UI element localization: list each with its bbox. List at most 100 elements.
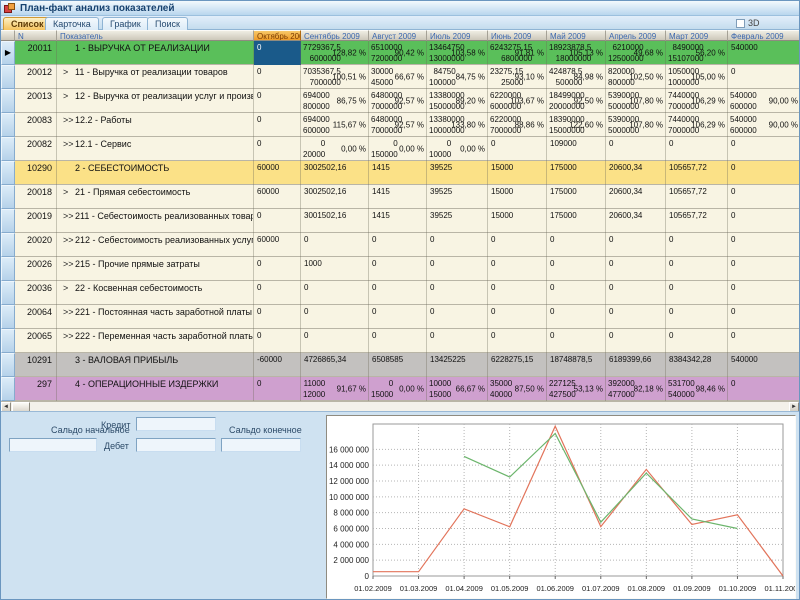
month-cell[interactable]: 0 [666, 305, 728, 329]
row-id[interactable]: 20020 [15, 233, 57, 257]
month-cell[interactable]: 1338000010000000133,80 % [427, 113, 488, 137]
row-id[interactable]: 20026 [15, 257, 57, 281]
month-cell[interactable]: -60000 [254, 353, 301, 377]
month-cell[interactable]: 23275,152500093,10 % [488, 65, 547, 89]
month-cell[interactable]: 820000800000102,50 % [606, 65, 666, 89]
table-row[interactable]: 20019>>211 - Себестоимость реализованных… [1, 209, 799, 233]
month-cell[interactable]: 62200006000000103,67 % [488, 89, 547, 113]
row-id[interactable]: 20083 [15, 113, 57, 137]
month-cell[interactable]: 39525 [427, 185, 488, 209]
month-cell[interactable]: 54000060000090,00 % [728, 113, 799, 137]
month-cell[interactable]: 350004000087,50 % [488, 377, 547, 401]
row-id[interactable]: 297 [15, 377, 57, 401]
month-cell[interactable]: 0 [254, 329, 301, 353]
checkbox-3d[interactable]: 3D [736, 18, 760, 28]
row-id[interactable]: 20011 [15, 41, 57, 65]
month-cell[interactable]: 7035367,57000000100,51 % [301, 65, 369, 89]
month-cell[interactable]: 0 [254, 89, 301, 113]
month-cell[interactable]: 60000 [254, 161, 301, 185]
month-cell[interactable]: 3002502,16 [301, 185, 369, 209]
month-cell[interactable]: 4726865,34 [301, 353, 369, 377]
month-cell[interactable]: 62100001250000049,68 % [606, 41, 666, 65]
table-row[interactable]: 20082>>12.1 - Сервис00200000,00 %0150000… [1, 137, 799, 161]
month-cell[interactable]: 13425225 [427, 353, 488, 377]
month-cell[interactable]: 1415 [369, 185, 427, 209]
month-cell[interactable]: 60000 [254, 185, 301, 209]
row-label[interactable]: >>222 - Переменная часть заработной плат… [57, 329, 254, 353]
row-selector[interactable] [1, 233, 15, 257]
month-cell[interactable]: 175000 [547, 209, 606, 233]
month-cell[interactable]: 6480000700000092,57 % [369, 89, 427, 113]
month-cell[interactable]: 18923878,518000000105,13 % [547, 41, 606, 65]
row-selector[interactable] [1, 161, 15, 185]
table-row[interactable]: 20064>>221 - Постоянная часть заработной… [1, 305, 799, 329]
month-cell[interactable]: 7729367,56000000128,82 % [301, 41, 369, 65]
month-cell[interactable]: 6510000720000090,42 % [369, 41, 427, 65]
table-row[interactable]: 20012>11 - Выручка от реализации товаров… [1, 65, 799, 89]
column-header-may[interactable]: Май 2009 [547, 30, 606, 41]
row-selector[interactable] [1, 137, 15, 161]
column-header-september[interactable]: Сентябрь 2009 [301, 30, 369, 41]
tab-graph[interactable]: График [102, 17, 149, 30]
month-cell[interactable]: 69400080000086,75 % [301, 89, 369, 113]
month-cell[interactable]: 0 [728, 257, 799, 281]
month-cell[interactable]: 0 [301, 281, 369, 305]
month-cell[interactable]: 133800001500000089,20 % [427, 89, 488, 113]
row-label[interactable]: >>12.2 - Работы [57, 113, 254, 137]
month-cell[interactable]: 53170054000098,46 % [666, 377, 728, 401]
month-cell[interactable]: 0 [547, 305, 606, 329]
month-cell[interactable]: 540000 [728, 41, 799, 65]
month-cell[interactable]: 0 [488, 281, 547, 305]
month-cell[interactable]: 0 [606, 257, 666, 281]
month-cell[interactable]: 39525 [427, 161, 488, 185]
month-cell[interactable]: 0 [547, 281, 606, 305]
row-label[interactable]: 4 - ОПЕРАЦИОННЫЕ ИЗДЕРЖКИ [57, 377, 254, 401]
month-cell[interactable]: 0 [369, 281, 427, 305]
month-cell[interactable]: 0100000,00 % [427, 137, 488, 161]
month-cell[interactable]: 694000600000115,67 % [301, 113, 369, 137]
month-cell[interactable]: 1346475013000000103,58 % [427, 41, 488, 65]
month-cell[interactable]: 0 [728, 377, 799, 401]
row-label[interactable]: >>215 - Прочие прямые затраты [57, 257, 254, 281]
month-cell[interactable]: 60000 [254, 233, 301, 257]
row-label[interactable]: 1 - ВЫРУЧКА ОТ РЕАЛИЗАЦИИ [57, 41, 254, 65]
month-cell[interactable]: 6243275,15680000091,81 % [488, 41, 547, 65]
month-cell[interactable]: 105657,72 [666, 209, 728, 233]
month-cell[interactable]: 74400007000000106,29 % [666, 113, 728, 137]
month-cell[interactable]: 10500001000000105,00 % [666, 65, 728, 89]
month-cell[interactable]: 6508585 [369, 353, 427, 377]
row-id[interactable]: 20018 [15, 185, 57, 209]
month-cell[interactable]: 0 [728, 161, 799, 185]
row-id[interactable]: 20012 [15, 65, 57, 89]
row-selector[interactable] [1, 377, 15, 401]
row-label[interactable]: >>12.1 - Сервис [57, 137, 254, 161]
month-cell[interactable]: 0 [666, 281, 728, 305]
row-selector[interactable] [1, 353, 15, 377]
row-selector[interactable] [1, 329, 15, 353]
row-label[interactable]: >21 - Прямая себестоимость [57, 185, 254, 209]
month-cell[interactable]: 0 [488, 257, 547, 281]
month-cell[interactable]: 540000 [728, 353, 799, 377]
column-header-n[interactable]: N [15, 30, 57, 41]
month-cell[interactable]: 0 [547, 257, 606, 281]
table-row[interactable]: 20020>>212 - Себестоимость реализованных… [1, 233, 799, 257]
row-selector[interactable] [1, 113, 15, 137]
month-cell[interactable]: 0 [254, 209, 301, 233]
month-cell[interactable]: 39200047700082,18 % [606, 377, 666, 401]
month-cell[interactable]: 53900005000000107,80 % [606, 89, 666, 113]
row-id[interactable]: 10290 [15, 161, 57, 185]
month-cell[interactable]: 100001500066,67 % [427, 377, 488, 401]
month-cell[interactable]: 20600,34 [606, 209, 666, 233]
credit-input[interactable] [136, 417, 216, 431]
month-cell[interactable]: 0 [254, 377, 301, 401]
month-cell[interactable]: 3001502,16 [301, 209, 369, 233]
month-cell[interactable]: 0 [728, 65, 799, 89]
month-cell[interactable]: 184990002000000092,50 % [547, 89, 606, 113]
column-header-july[interactable]: Июль 2009 [427, 30, 488, 41]
horizontal-scrollbar[interactable]: ◄ ► [1, 401, 799, 411]
row-label[interactable]: >>212 - Себестоимость реализованных услу… [57, 233, 254, 257]
month-cell[interactable]: 6480000700000092,57 % [369, 113, 427, 137]
row-selector[interactable] [1, 185, 15, 209]
month-cell[interactable]: 0 [254, 113, 301, 137]
month-cell[interactable]: 175000 [547, 185, 606, 209]
